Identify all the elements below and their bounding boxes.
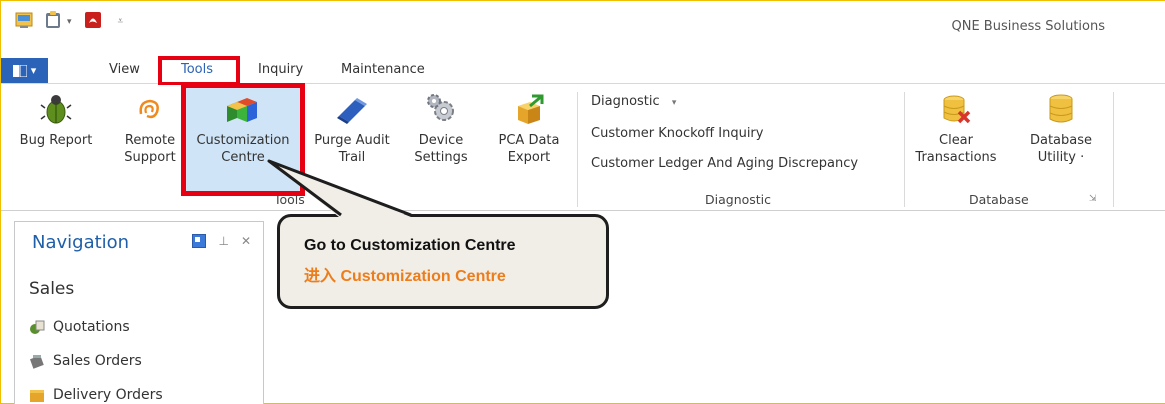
close-icon[interactable]: ✕ bbox=[241, 234, 251, 248]
ribbon: Bug Report Remote Support Customization … bbox=[1, 83, 1165, 211]
tab-inquiry[interactable]: Inquiry bbox=[258, 62, 303, 77]
ribbon-separator bbox=[577, 92, 578, 207]
database-utility-label1: Database bbox=[1029, 133, 1093, 148]
customer-knockoff-inquiry-button[interactable]: Customer Knockoff Inquiry bbox=[591, 126, 763, 141]
pca-data-export-button[interactable]: PCA Data Export bbox=[491, 92, 567, 166]
diagnostic-dropdown[interactable]: Diagnostic ▾ bbox=[591, 94, 676, 109]
clear-transactions-label1: Clear bbox=[939, 133, 973, 148]
nav-item-label: Delivery Orders bbox=[53, 387, 163, 403]
title-bar: ▾ ⩡ QNE Business Solutions bbox=[1, 1, 1165, 51]
nav-item-sales-orders[interactable]: Sales Orders bbox=[29, 353, 142, 369]
eraser-icon bbox=[337, 98, 367, 124]
remote-support-button[interactable]: Remote Support bbox=[119, 92, 181, 166]
pin-window-icon[interactable] bbox=[192, 234, 207, 248]
tab-maintenance[interactable]: Maintenance bbox=[341, 62, 425, 77]
quotation-icon bbox=[30, 320, 45, 334]
device-settings-label2: Settings bbox=[414, 150, 468, 165]
bug-icon bbox=[40, 95, 72, 124]
callout-line1: Go to Customization Centre bbox=[304, 237, 516, 254]
ribbon-separator bbox=[904, 92, 905, 207]
bug-report-button[interactable]: Bug Report bbox=[19, 92, 93, 149]
nav-item-delivery-orders[interactable]: Delivery Orders bbox=[29, 387, 163, 403]
navigation-controls: ⊥ ✕ bbox=[192, 234, 251, 248]
pca-export-label1: PCA Data bbox=[498, 133, 560, 148]
database-utility-button[interactable]: Database Utility · bbox=[1023, 92, 1099, 166]
dropdown-arrow-icon[interactable]: ▾ bbox=[67, 17, 72, 27]
nav-item-label: Sales Orders bbox=[53, 353, 142, 369]
chevron-down-icon: ▾ bbox=[671, 98, 677, 108]
gear-icon bbox=[427, 94, 454, 121]
database-group-label: Database bbox=[969, 192, 1029, 207]
database-utility-label2: Utility · bbox=[1037, 150, 1085, 165]
navigation-title: Navigation bbox=[32, 232, 130, 253]
quick-access-toolbar: ▾ ⩡ bbox=[15, 11, 123, 32]
device-settings-label1: Device bbox=[418, 133, 464, 148]
pca-export-label2: Export bbox=[507, 150, 551, 165]
nav-item-label: Quotations bbox=[53, 319, 130, 335]
purge-audit-trail-button[interactable]: Purge Audit Trail bbox=[311, 92, 393, 166]
customization-centre-highlight bbox=[181, 83, 305, 196]
tools-tab-highlight bbox=[158, 56, 240, 85]
remote-support-label2: Support bbox=[124, 150, 176, 165]
device-settings-button[interactable]: Device Settings bbox=[411, 92, 471, 166]
clear-transactions-label2: Transactions bbox=[915, 150, 997, 165]
app-menu-icon bbox=[12, 64, 27, 77]
navigation-pane: Navigation ⊥ ✕ Sales Quotations Sales Or… bbox=[14, 221, 264, 404]
tab-view[interactable]: View bbox=[109, 62, 140, 77]
clear-transactions-button[interactable]: Clear Transactions bbox=[911, 92, 1001, 166]
instruction-callout: Go to Customization Centre 进入 Customizat… bbox=[277, 214, 609, 309]
sales-order-icon bbox=[29, 355, 44, 369]
remote-support-label1: Remote bbox=[124, 133, 176, 148]
purge-audit-label1: Purge Audit bbox=[314, 133, 390, 148]
app-logo-icon[interactable] bbox=[15, 11, 33, 32]
app-window: ▾ ⩡ QNE Business Solutions ▾ View Tools … bbox=[0, 0, 1165, 404]
nav-section-sales[interactable]: Sales bbox=[29, 279, 74, 299]
file-menu-button[interactable]: ▾ bbox=[1, 58, 48, 83]
diagnostic-dropdown-label: Diagnostic bbox=[591, 94, 660, 109]
bug-report-label: Bug Report bbox=[19, 133, 93, 148]
database-delete-icon bbox=[943, 95, 971, 124]
pin-icon[interactable]: ⊥ bbox=[218, 234, 228, 248]
pdf-icon[interactable] bbox=[84, 11, 102, 32]
nav-item-quotations[interactable]: Quotations bbox=[29, 319, 130, 335]
customize-qat-icon[interactable]: ⩡ bbox=[118, 16, 124, 27]
export-box-icon bbox=[518, 94, 544, 124]
dialog-launcher-icon[interactable]: ⇲ bbox=[1089, 194, 1097, 204]
clipboard-icon[interactable] bbox=[45, 11, 61, 32]
purge-audit-label2: Trail bbox=[338, 150, 366, 165]
remote-support-icon bbox=[139, 99, 159, 119]
diagnostic-group-label: Diagnostic bbox=[705, 192, 772, 207]
delivery-order-icon bbox=[30, 390, 44, 402]
window-title: QNE Business Solutions bbox=[951, 19, 1106, 34]
callout-line2: 进入 Customization Centre bbox=[304, 268, 506, 285]
ribbon-separator bbox=[1113, 92, 1114, 207]
database-icon bbox=[1049, 94, 1073, 123]
customer-ledger-aging-button[interactable]: Customer Ledger And Aging Discrepancy bbox=[591, 156, 858, 171]
